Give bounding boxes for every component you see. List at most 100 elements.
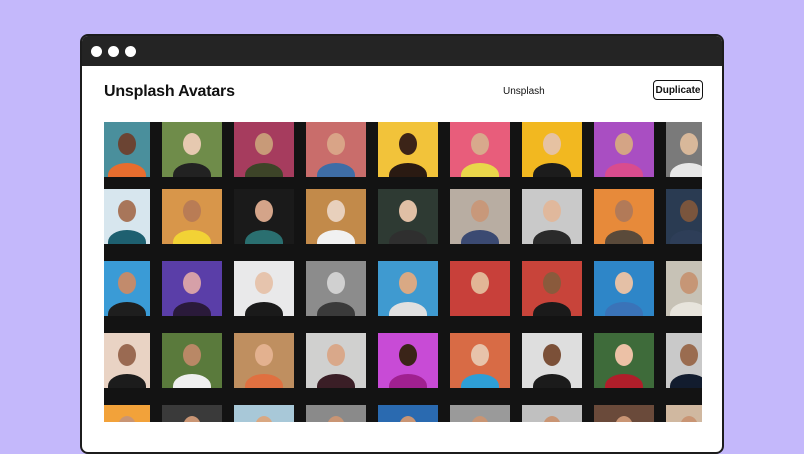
avatar-body	[245, 163, 283, 177]
avatar-photo[interactable]	[522, 122, 582, 177]
avatar-face	[471, 272, 489, 294]
avatar-photo[interactable]	[594, 261, 654, 316]
avatar-photo[interactable]	[594, 122, 654, 177]
avatar-face	[543, 200, 561, 222]
avatar-face	[183, 200, 201, 222]
avatar-photo[interactable]	[666, 122, 702, 177]
avatar-photo[interactable]	[306, 122, 366, 177]
avatar-photo[interactable]	[450, 261, 510, 316]
avatar-photo[interactable]	[162, 189, 222, 244]
unsplash-link[interactable]: Unsplash	[503, 86, 545, 97]
avatar-face	[327, 133, 345, 155]
avatar-face	[183, 272, 201, 294]
avatar-photo[interactable]	[666, 405, 702, 422]
avatar-photo[interactable]	[666, 189, 702, 244]
avatar-face	[680, 133, 698, 155]
avatar-body	[245, 302, 283, 316]
avatar-body	[317, 302, 355, 316]
avatar-photo[interactable]	[378, 405, 438, 422]
avatar-face	[255, 200, 273, 222]
avatar-face	[471, 200, 489, 222]
avatar-body	[533, 230, 571, 244]
avatar-body	[461, 374, 499, 388]
avatar-body	[317, 374, 355, 388]
avatar-body	[670, 374, 702, 388]
avatar-face	[615, 416, 633, 422]
avatar-photo[interactable]	[522, 405, 582, 422]
avatar-body	[389, 374, 427, 388]
avatar-grid	[104, 122, 702, 422]
avatar-face	[471, 416, 489, 422]
avatar-body	[461, 302, 499, 316]
avatar-photo[interactable]	[450, 189, 510, 244]
avatar-photo[interactable]	[234, 261, 294, 316]
avatar-photo[interactable]	[162, 122, 222, 177]
avatar-body	[461, 230, 499, 244]
avatar-photo[interactable]	[522, 189, 582, 244]
avatar-photo[interactable]	[234, 405, 294, 422]
avatar-photo[interactable]	[450, 122, 510, 177]
avatar-face	[680, 416, 698, 422]
avatar-face	[183, 133, 201, 155]
avatar-face	[471, 133, 489, 155]
window-titlebar	[82, 36, 722, 66]
avatar-photo[interactable]	[522, 333, 582, 388]
avatar-face	[543, 272, 561, 294]
avatar-body	[389, 230, 427, 244]
avatar-photo[interactable]	[306, 405, 366, 422]
duplicate-button[interactable]: Duplicate	[653, 80, 703, 100]
browser-window: Unsplash Avatars Unsplash Duplicate	[80, 34, 724, 454]
avatar-photo[interactable]	[450, 333, 510, 388]
avatar-face	[399, 200, 417, 222]
avatar-photo[interactable]	[234, 122, 294, 177]
avatar-face	[399, 344, 417, 366]
avatar-face	[399, 416, 417, 422]
avatar-body	[108, 302, 146, 316]
avatar-photo[interactable]	[162, 261, 222, 316]
avatar-photo[interactable]	[234, 189, 294, 244]
avatar-body	[605, 163, 643, 177]
avatar-body	[461, 163, 499, 177]
avatar-body	[173, 163, 211, 177]
avatar-face	[615, 133, 633, 155]
avatar-body	[389, 163, 427, 177]
avatar-photo[interactable]	[378, 189, 438, 244]
maximize-window-button[interactable]	[125, 45, 136, 57]
avatar-body	[108, 230, 146, 244]
avatar-photo[interactable]	[306, 333, 366, 388]
avatar-face	[255, 272, 273, 294]
avatar-photo[interactable]	[104, 405, 150, 422]
avatar-face	[680, 344, 698, 366]
avatar-photo[interactable]	[104, 189, 150, 244]
avatar-photo[interactable]	[666, 333, 702, 388]
avatar-photo[interactable]	[104, 122, 150, 177]
avatar-photo[interactable]	[378, 122, 438, 177]
avatar-photo[interactable]	[594, 189, 654, 244]
minimize-window-button[interactable]	[108, 45, 119, 57]
avatar-photo[interactable]	[306, 189, 366, 244]
avatar-face	[543, 344, 561, 366]
avatar-photo[interactable]	[522, 261, 582, 316]
avatar-face	[327, 200, 345, 222]
avatar-photo[interactable]	[378, 261, 438, 316]
avatar-face	[118, 272, 136, 294]
avatar-face	[680, 272, 698, 294]
avatar-body	[670, 302, 702, 316]
avatar-photo[interactable]	[594, 405, 654, 422]
avatar-photo[interactable]	[162, 405, 222, 422]
avatar-photo[interactable]	[162, 333, 222, 388]
avatar-photo[interactable]	[450, 405, 510, 422]
page-title: Unsplash Avatars	[104, 83, 235, 100]
avatar-face	[615, 272, 633, 294]
avatar-body	[533, 163, 571, 177]
avatar-photo[interactable]	[594, 333, 654, 388]
close-window-button[interactable]	[91, 45, 102, 57]
avatar-photo[interactable]	[234, 333, 294, 388]
avatar-photo[interactable]	[378, 333, 438, 388]
avatar-photo[interactable]	[104, 261, 150, 316]
avatar-photo[interactable]	[666, 261, 702, 316]
avatar-face	[255, 133, 273, 155]
avatar-photo[interactable]	[104, 333, 150, 388]
avatar-photo[interactable]	[306, 261, 366, 316]
avatar-face	[327, 272, 345, 294]
